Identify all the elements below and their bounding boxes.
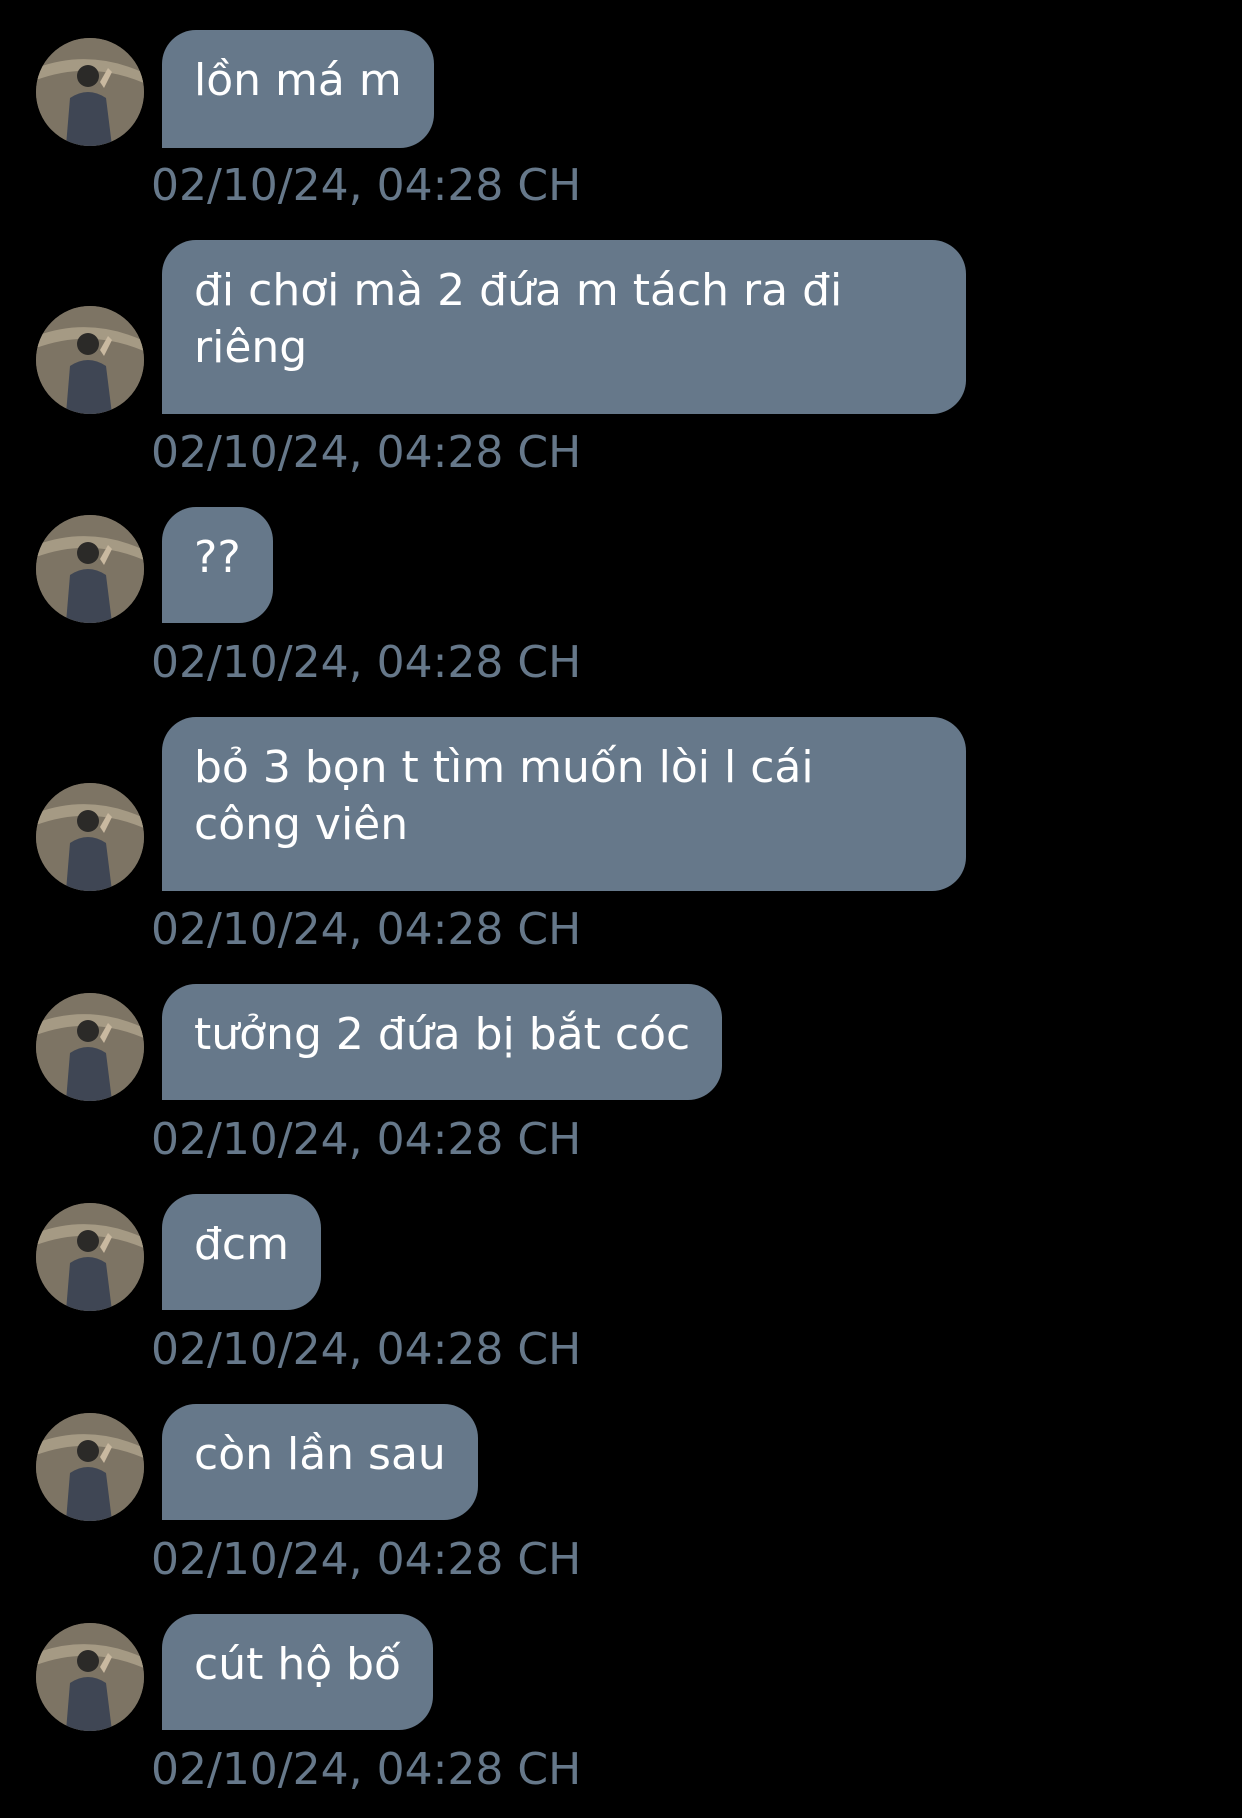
message-timestamp: 02/10/24, 04:28 CH bbox=[151, 1744, 582, 1795]
message-timestamp: 02/10/24, 04:28 CH bbox=[151, 427, 582, 478]
avatar-photo-icon bbox=[36, 306, 144, 414]
avatar-photo-icon bbox=[36, 38, 144, 146]
message-bubble[interactable]: còn lần sau bbox=[162, 1404, 478, 1520]
message-timestamp: 02/10/24, 04:28 CH bbox=[151, 637, 582, 688]
message-timestamp: 02/10/24, 04:28 CH bbox=[151, 160, 582, 211]
message-bubble[interactable]: bỏ 3 bọn t tìm muốn lòi l cái công viên bbox=[162, 717, 966, 891]
avatar[interactable] bbox=[36, 306, 144, 414]
avatar-photo-icon bbox=[36, 783, 144, 891]
message-timestamp: 02/10/24, 04:28 CH bbox=[151, 1324, 582, 1375]
avatar-photo-icon bbox=[36, 993, 144, 1101]
message-bubble[interactable]: đcm bbox=[162, 1194, 321, 1310]
avatar[interactable] bbox=[36, 38, 144, 146]
avatar[interactable] bbox=[36, 1413, 144, 1521]
avatar-photo-icon bbox=[36, 1623, 144, 1731]
message-bubble[interactable]: lồn má m bbox=[162, 30, 434, 148]
avatar-photo-icon bbox=[36, 1203, 144, 1311]
message-timestamp: 02/10/24, 04:28 CH bbox=[151, 1534, 582, 1585]
avatar[interactable] bbox=[36, 783, 144, 891]
message-bubble[interactable]: tưởng 2 đứa bị bắt cóc bbox=[162, 984, 723, 1100]
avatar-photo-icon bbox=[36, 515, 144, 623]
avatar-photo-icon bbox=[36, 1413, 144, 1521]
message-timestamp: 02/10/24, 04:28 CH bbox=[151, 904, 582, 955]
message-bubble[interactable]: ?? bbox=[162, 507, 273, 623]
avatar[interactable] bbox=[36, 1203, 144, 1311]
avatar[interactable] bbox=[36, 993, 144, 1101]
message-bubble[interactable]: đi chơi mà 2 đứa m tách ra đi riêng bbox=[162, 240, 966, 414]
avatar[interactable] bbox=[36, 515, 144, 623]
message-bubble[interactable]: cút hộ bố bbox=[162, 1614, 433, 1730]
message-timestamp: 02/10/24, 04:28 CH bbox=[151, 1114, 582, 1165]
message-thread: lồn má m 02/10/24, 04:28 CH đi chơi mà 2… bbox=[0, 0, 1242, 1818]
avatar[interactable] bbox=[36, 1623, 144, 1731]
